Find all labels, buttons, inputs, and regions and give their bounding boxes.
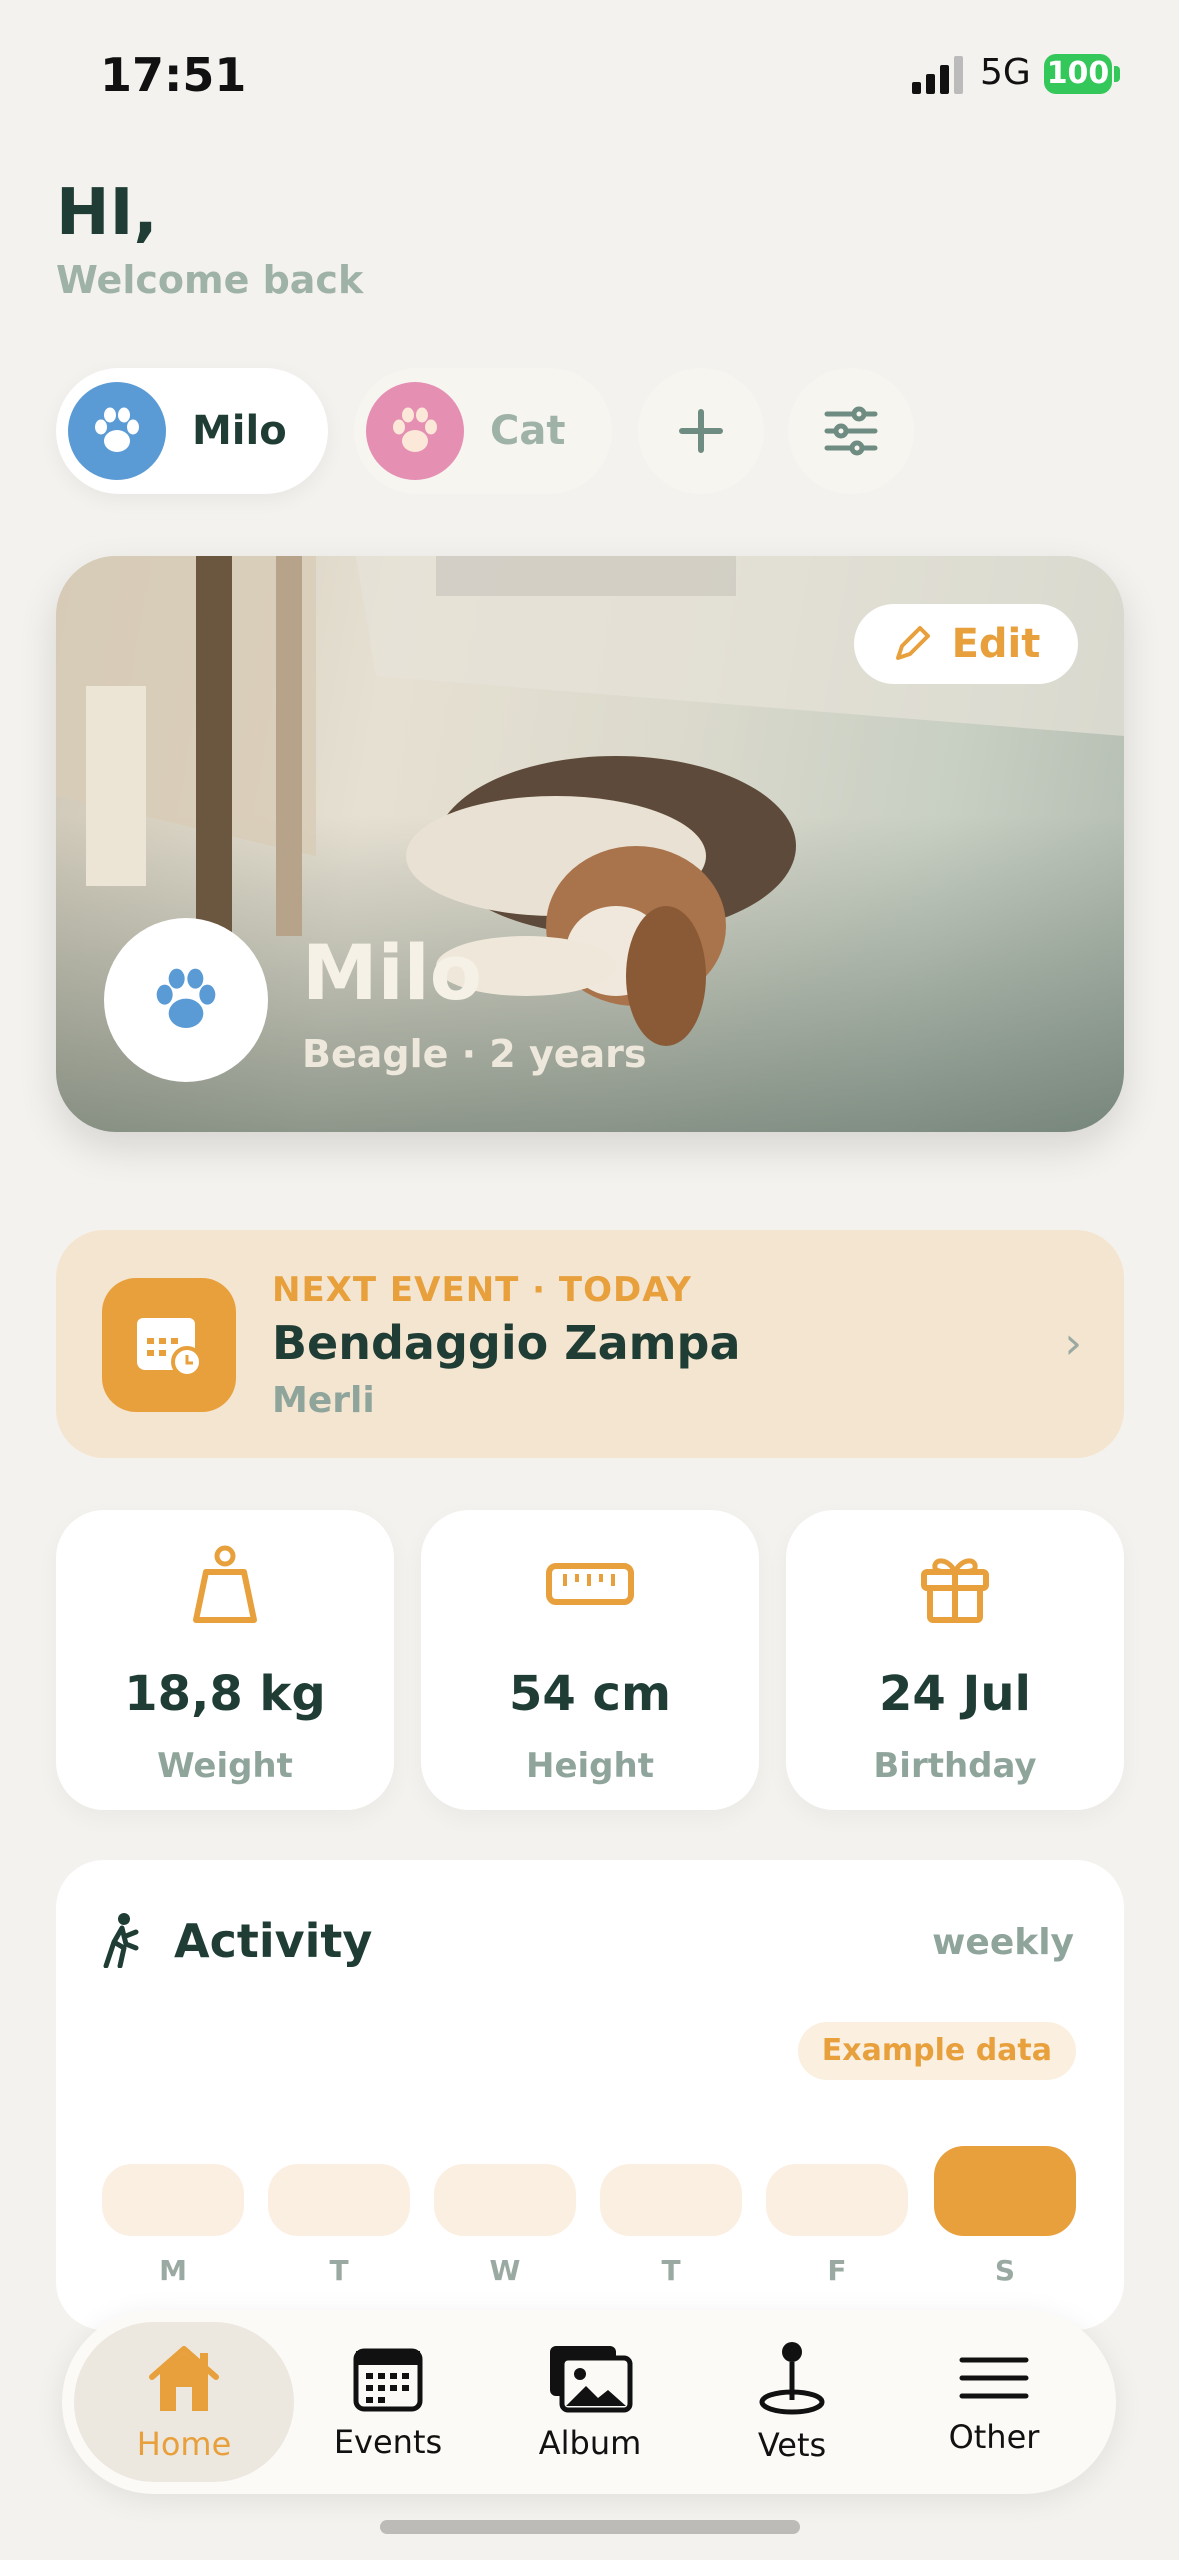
gift-icon bbox=[786, 1544, 1124, 1626]
tab-bar: Home Events Album Vets Other bbox=[62, 2310, 1116, 2494]
chevron-right-icon: › bbox=[1064, 1318, 1082, 1369]
day-label: M bbox=[159, 2254, 187, 2287]
activity-bar bbox=[434, 2164, 576, 2236]
activity-bar bbox=[268, 2164, 410, 2236]
pet-chip-label: Milo bbox=[192, 408, 287, 454]
day-label: T bbox=[329, 2254, 349, 2287]
event-subtitle: Merli bbox=[272, 1380, 375, 1421]
tab-home[interactable]: Home bbox=[74, 2322, 294, 2482]
stat-card-height[interactable]: 54 cm Height bbox=[421, 1510, 759, 1810]
tab-label: Events bbox=[333, 2423, 443, 2461]
walking-person-icon bbox=[103, 1913, 139, 1968]
day-label: W bbox=[489, 2254, 521, 2287]
battery-tip bbox=[1114, 66, 1120, 82]
activity-card[interactable]: Activity weekly Example data M T W T F S bbox=[56, 1860, 1124, 2330]
tab-vets[interactable]: Vets bbox=[682, 2322, 902, 2482]
greeting: HI, bbox=[56, 176, 158, 250]
tab-other[interactable]: Other bbox=[884, 2322, 1104, 2482]
tab-album[interactable]: Album bbox=[480, 2322, 700, 2482]
stat-card-weight[interactable]: 18,8 kg Weight bbox=[56, 1510, 394, 1810]
event-title: Bendaggio Zampa bbox=[272, 1316, 741, 1370]
tab-events[interactable]: Events bbox=[278, 2322, 498, 2482]
activity-bar bbox=[102, 2164, 244, 2236]
stat-value: 54 cm bbox=[509, 1666, 671, 1722]
map-pin-icon bbox=[759, 2342, 825, 2415]
filter-button[interactable] bbox=[788, 368, 914, 494]
pet-chip-milo[interactable]: Milo bbox=[56, 368, 328, 494]
signal-icon bbox=[912, 56, 963, 94]
ruler-icon bbox=[421, 1544, 759, 1624]
day-label: T bbox=[661, 2254, 681, 2287]
day-label: F bbox=[827, 2254, 847, 2287]
stat-card-birthday[interactable]: 24 Jul Birthday bbox=[786, 1510, 1124, 1810]
event-kicker: NEXT EVENT · TODAY bbox=[272, 1270, 692, 1310]
pet-chip-cat[interactable]: Cat bbox=[354, 368, 612, 494]
day-label: S bbox=[994, 2254, 1016, 2287]
pencil-icon bbox=[895, 626, 930, 660]
calendar-clock-icon bbox=[102, 1278, 236, 1412]
stat-value: 24 Jul bbox=[879, 1666, 1031, 1722]
example-data-badge: Example data bbox=[797, 2022, 1076, 2080]
edit-button[interactable]: Edit bbox=[854, 604, 1078, 684]
stat-value: 18,8 kg bbox=[124, 1666, 326, 1722]
activity-title: Activity bbox=[174, 1914, 373, 1968]
activity-bar bbox=[600, 2164, 742, 2236]
paw-icon bbox=[156, 968, 216, 1028]
network-label: 5G bbox=[980, 52, 1031, 93]
pet-avatar bbox=[104, 918, 268, 1082]
stat-label: Height bbox=[526, 1746, 654, 1786]
pet-details: Beagle · 2 years bbox=[302, 1032, 647, 1076]
photos-icon bbox=[550, 2346, 633, 2413]
next-event-card[interactable]: NEXT EVENT · TODAY Bendaggio Zampa Merli… bbox=[56, 1230, 1124, 1458]
stat-label: Weight bbox=[157, 1746, 293, 1786]
stat-label: Birthday bbox=[873, 1746, 1037, 1786]
paw-icon bbox=[68, 382, 166, 480]
tab-label: Home bbox=[136, 2425, 232, 2463]
welcome-subtitle: Welcome back bbox=[56, 258, 364, 302]
calendar-icon bbox=[353, 2348, 423, 2412]
pet-name: Milo bbox=[302, 928, 482, 1017]
paw-icon bbox=[366, 382, 464, 480]
status-time: 17:51 bbox=[100, 48, 247, 102]
activity-bar bbox=[766, 2164, 908, 2236]
house-icon bbox=[149, 2346, 219, 2411]
menu-icon bbox=[959, 2357, 1029, 2399]
battery-icon: 100 bbox=[1044, 54, 1112, 94]
weight-icon bbox=[56, 1544, 394, 1626]
home-indicator bbox=[380, 2520, 800, 2534]
activity-bar-active bbox=[934, 2146, 1076, 2236]
pet-chip-label: Cat bbox=[490, 408, 566, 454]
activity-period[interactable]: weekly bbox=[932, 1922, 1074, 1963]
edit-label: Edit bbox=[951, 621, 1041, 667]
pet-hero-card[interactable]: Edit Milo Beagle · 2 years bbox=[56, 556, 1124, 1132]
tab-label: Other bbox=[948, 2418, 1040, 2456]
sliders-icon bbox=[824, 406, 878, 456]
plus-icon bbox=[679, 409, 723, 453]
tab-label: Vets bbox=[757, 2426, 827, 2464]
add-pet-button[interactable] bbox=[638, 368, 764, 494]
tab-label: Album bbox=[538, 2424, 642, 2462]
